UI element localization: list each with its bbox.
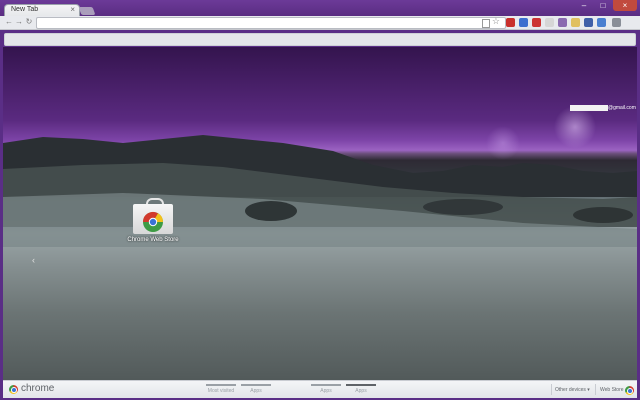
- page-icon: [482, 19, 490, 28]
- toolbar: ← → ↻ ☆: [0, 16, 640, 30]
- chrome-logo-icon: [9, 385, 18, 394]
- extension-star-icon[interactable]: [584, 18, 593, 27]
- extension-translate-icon[interactable]: [519, 18, 528, 27]
- extension-record-icon[interactable]: [532, 18, 541, 27]
- other-devices-menu[interactable]: Other devices ▾: [555, 387, 590, 393]
- back-button[interactable]: ←: [4, 17, 14, 27]
- wrench-menu-icon[interactable]: [612, 18, 621, 27]
- bookmark-star-icon[interactable]: ☆: [492, 16, 500, 27]
- extension-chat-icon[interactable]: [597, 18, 606, 27]
- tab-strip: New Tab × – □ ×: [0, 0, 640, 17]
- address-bar[interactable]: ☆: [36, 16, 506, 29]
- section-indicator-apps-1[interactable]: [241, 384, 271, 386]
- browser-window: New Tab × – □ × ← → ↻ ☆ @gmail.com Chrom…: [0, 0, 640, 400]
- tab-close-icon[interactable]: ×: [70, 5, 75, 15]
- email-username-redacted: [570, 104, 608, 111]
- bookmarks-bar: [4, 33, 636, 46]
- tab-title: New Tab: [11, 6, 39, 13]
- section-label-apps-3[interactable]: Apps: [343, 388, 379, 394]
- section-indicator-most-visited[interactable]: [206, 384, 236, 386]
- section-label-most-visited[interactable]: Most visited: [203, 388, 239, 394]
- reload-button[interactable]: ↻: [24, 17, 34, 27]
- minimize-button[interactable]: –: [575, 0, 593, 11]
- web-store-chrome-icon: [625, 386, 634, 395]
- other-devices-label: Other devices: [555, 387, 586, 393]
- chevron-down-icon: ▾: [587, 387, 590, 393]
- footer-divider: [551, 384, 552, 395]
- section-label-apps-1[interactable]: Apps: [238, 388, 274, 394]
- previous-page-arrow-icon[interactable]: ‹: [32, 255, 35, 265]
- extension-note-icon[interactable]: [571, 18, 580, 27]
- section-indicator-apps-2[interactable]: [311, 384, 341, 386]
- extension-puzzle-icon[interactable]: [558, 18, 567, 27]
- email-suffix: @gmail.com: [608, 104, 636, 111]
- chrome-wordmark: chrome: [21, 383, 55, 394]
- maximize-button[interactable]: □: [594, 0, 612, 11]
- extension-generic-icon[interactable]: [545, 18, 554, 27]
- close-window-button[interactable]: ×: [613, 0, 637, 11]
- footer-divider: [595, 384, 596, 395]
- footer-bar: chrome Most visited Apps Apps Apps Other…: [3, 380, 637, 398]
- section-indicator-apps-3[interactable]: [346, 384, 376, 386]
- app-tile-chrome-web-store[interactable]: Chrome Web Store: [121, 198, 185, 243]
- chrome-web-store-icon: [133, 198, 173, 234]
- new-tab-button[interactable]: [78, 7, 96, 15]
- forward-button[interactable]: →: [14, 17, 24, 27]
- extension-gmail-icon[interactable]: [506, 18, 515, 27]
- landscape-background: [3, 135, 637, 247]
- web-store-link[interactable]: Web Store: [600, 387, 624, 393]
- new-tab-page: @gmail.com Chrome Web Store ‹: [3, 47, 637, 380]
- section-label-apps-2[interactable]: Apps: [308, 388, 344, 394]
- signed-in-user[interactable]: @gmail.com: [570, 99, 636, 111]
- app-label: Chrome Web Store: [127, 237, 179, 243]
